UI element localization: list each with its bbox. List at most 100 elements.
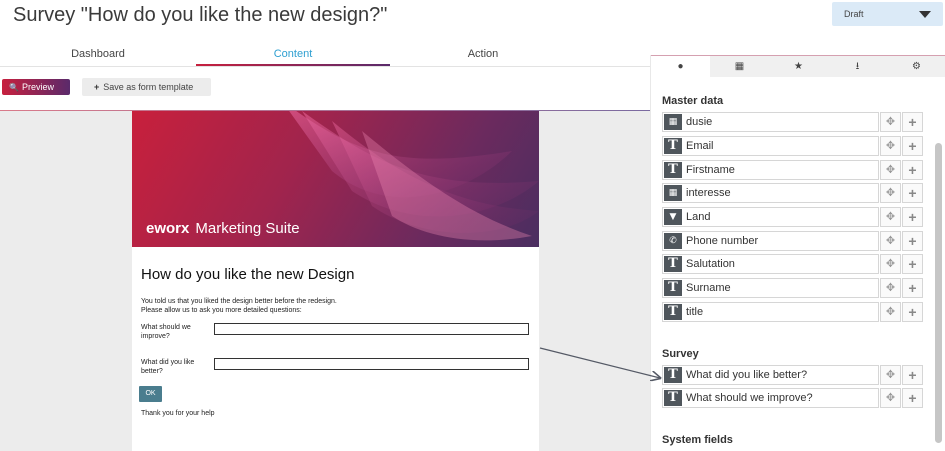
text-icon: T	[664, 280, 682, 296]
add-icon[interactable]: +	[902, 365, 923, 385]
add-icon[interactable]: +	[902, 231, 923, 251]
phone-icon: ✆	[664, 233, 682, 249]
field-row[interactable]: T Firstname ✥ +	[662, 160, 923, 180]
question-label-improve: What should we improve?	[141, 324, 191, 340]
field-label: Email	[686, 140, 714, 152]
field-item[interactable]: T Firstname	[662, 160, 879, 180]
dropdown-icon: ▼	[664, 209, 682, 225]
add-icon[interactable]: +	[902, 278, 923, 298]
move-icon[interactable]: ✥	[880, 183, 901, 203]
field-row[interactable]: ▼ Land ✥ +	[662, 207, 923, 227]
text-icon: T	[664, 162, 682, 178]
field-label: Surname	[686, 282, 731, 294]
intro-line: Please allow us to ask you more detailed…	[141, 307, 302, 314]
panel-tab-user[interactable]: ●	[651, 56, 710, 77]
section-title-master-data: Master data	[662, 95, 724, 107]
save-template-label: Save as form template	[103, 82, 194, 92]
field-label: Salutation	[686, 258, 735, 270]
field-item[interactable]: ▦ dusie	[662, 112, 879, 132]
field-label: What did you like better?	[686, 369, 808, 381]
brand-rest: Marketing Suite	[195, 220, 300, 237]
move-icon[interactable]: ✥	[880, 160, 901, 180]
field-label: Phone number	[686, 235, 759, 247]
gear-icon: ⚙	[912, 61, 921, 72]
panel-tab-calculator[interactable]: ▦	[710, 56, 769, 77]
add-icon[interactable]: +	[902, 302, 923, 322]
field-row[interactable]: T Salutation ✥ +	[662, 254, 923, 274]
calculator-icon: ▦	[734, 61, 745, 72]
move-icon[interactable]: ✥	[880, 112, 901, 132]
add-icon[interactable]: +	[902, 388, 923, 408]
ok-button[interactable]: OK	[139, 386, 162, 402]
preview-button[interactable]: 🔍 Preview	[2, 79, 70, 95]
field-item[interactable]: T title	[662, 302, 879, 322]
add-icon[interactable]: +	[902, 160, 923, 180]
form-intro: You told us that you liked the design be…	[141, 297, 337, 315]
field-item[interactable]: T Salutation	[662, 254, 879, 274]
move-icon[interactable]: ✥	[880, 365, 901, 385]
plus-icon: +	[94, 82, 100, 92]
field-item[interactable]: T What did you like better?	[662, 365, 879, 385]
add-icon[interactable]: +	[902, 207, 923, 227]
status-dropdown[interactable]: Draft	[832, 2, 943, 26]
panel-scrollbar[interactable]	[935, 143, 942, 443]
form-title: How do you like the new Design	[141, 266, 355, 283]
field-label: interesse	[686, 187, 731, 199]
move-icon[interactable]: ✥	[880, 136, 901, 156]
preview-label: Preview	[21, 82, 54, 92]
add-icon[interactable]: +	[902, 136, 923, 156]
text-icon: T	[664, 256, 682, 272]
field-item[interactable]: T Email	[662, 136, 879, 156]
user-icon: ●	[677, 61, 684, 72]
field-item[interactable]: ✆ Phone number	[662, 231, 879, 251]
field-row[interactable]: T Surname ✥ +	[662, 278, 923, 298]
field-item[interactable]: ▼ Land	[662, 207, 879, 227]
move-icon[interactable]: ✥	[880, 231, 901, 251]
field-row[interactable]: T What should we improve? ✥ +	[662, 388, 923, 408]
download-icon: ⭳	[855, 61, 860, 72]
section-title-system-fields: System fields	[662, 434, 733, 446]
improve-input[interactable]	[214, 323, 529, 335]
brand-bold: eworx	[146, 220, 190, 237]
field-row[interactable]: ▦ interesse ✥ +	[662, 183, 923, 203]
text-icon: T	[664, 304, 682, 320]
like-better-input[interactable]	[214, 358, 529, 370]
move-icon[interactable]: ✥	[880, 278, 901, 298]
panel-tab-settings[interactable]: ⚙	[887, 56, 945, 77]
field-label: title	[686, 306, 704, 318]
field-label: Firstname	[686, 164, 735, 176]
text-icon: T	[664, 138, 682, 154]
field-label: What should we improve?	[686, 392, 813, 404]
intro-line: You told us that you liked the design be…	[141, 298, 337, 305]
tab-label: Action	[467, 48, 499, 60]
add-icon[interactable]: +	[902, 112, 923, 132]
field-item[interactable]: ▦ interesse	[662, 183, 879, 203]
move-icon[interactable]: ✥	[880, 388, 901, 408]
tab-dashboard[interactable]: Dashboard	[0, 44, 196, 66]
field-row[interactable]: ▦ dusie ✥ +	[662, 112, 923, 132]
status-value: Draft	[844, 9, 864, 19]
add-icon[interactable]: +	[902, 183, 923, 203]
tab-label: Content	[273, 48, 313, 60]
tab-action[interactable]: Action	[390, 44, 576, 66]
tab-content[interactable]: Content	[196, 44, 390, 66]
panel-tab-download[interactable]: ⭳	[828, 56, 887, 77]
panel-tab-favorites[interactable]: ★	[769, 56, 828, 77]
section-title-survey: Survey	[662, 348, 699, 360]
field-item[interactable]: T What should we improve?	[662, 388, 879, 408]
field-row[interactable]: ✆ Phone number ✥ +	[662, 231, 923, 251]
save-as-template-button[interactable]: + Save as form template	[82, 78, 211, 96]
field-row[interactable]: T Email ✥ +	[662, 136, 923, 156]
move-icon[interactable]: ✥	[880, 207, 901, 227]
field-row[interactable]: T What did you like better? ✥ +	[662, 365, 923, 385]
list-icon: ▦	[664, 114, 682, 130]
field-item[interactable]: T Surname	[662, 278, 879, 298]
question-label-like-better: What did you like better?	[141, 359, 195, 375]
form-preview: eworx Marketing Suite How do you like the…	[132, 111, 539, 451]
add-icon[interactable]: +	[902, 254, 923, 274]
field-row[interactable]: T title ✥ +	[662, 302, 923, 322]
tab-label: Dashboard	[71, 48, 125, 60]
move-icon[interactable]: ✥	[880, 302, 901, 322]
move-icon[interactable]: ✥	[880, 254, 901, 274]
brand-logo: eworx Marketing Suite	[146, 220, 300, 237]
